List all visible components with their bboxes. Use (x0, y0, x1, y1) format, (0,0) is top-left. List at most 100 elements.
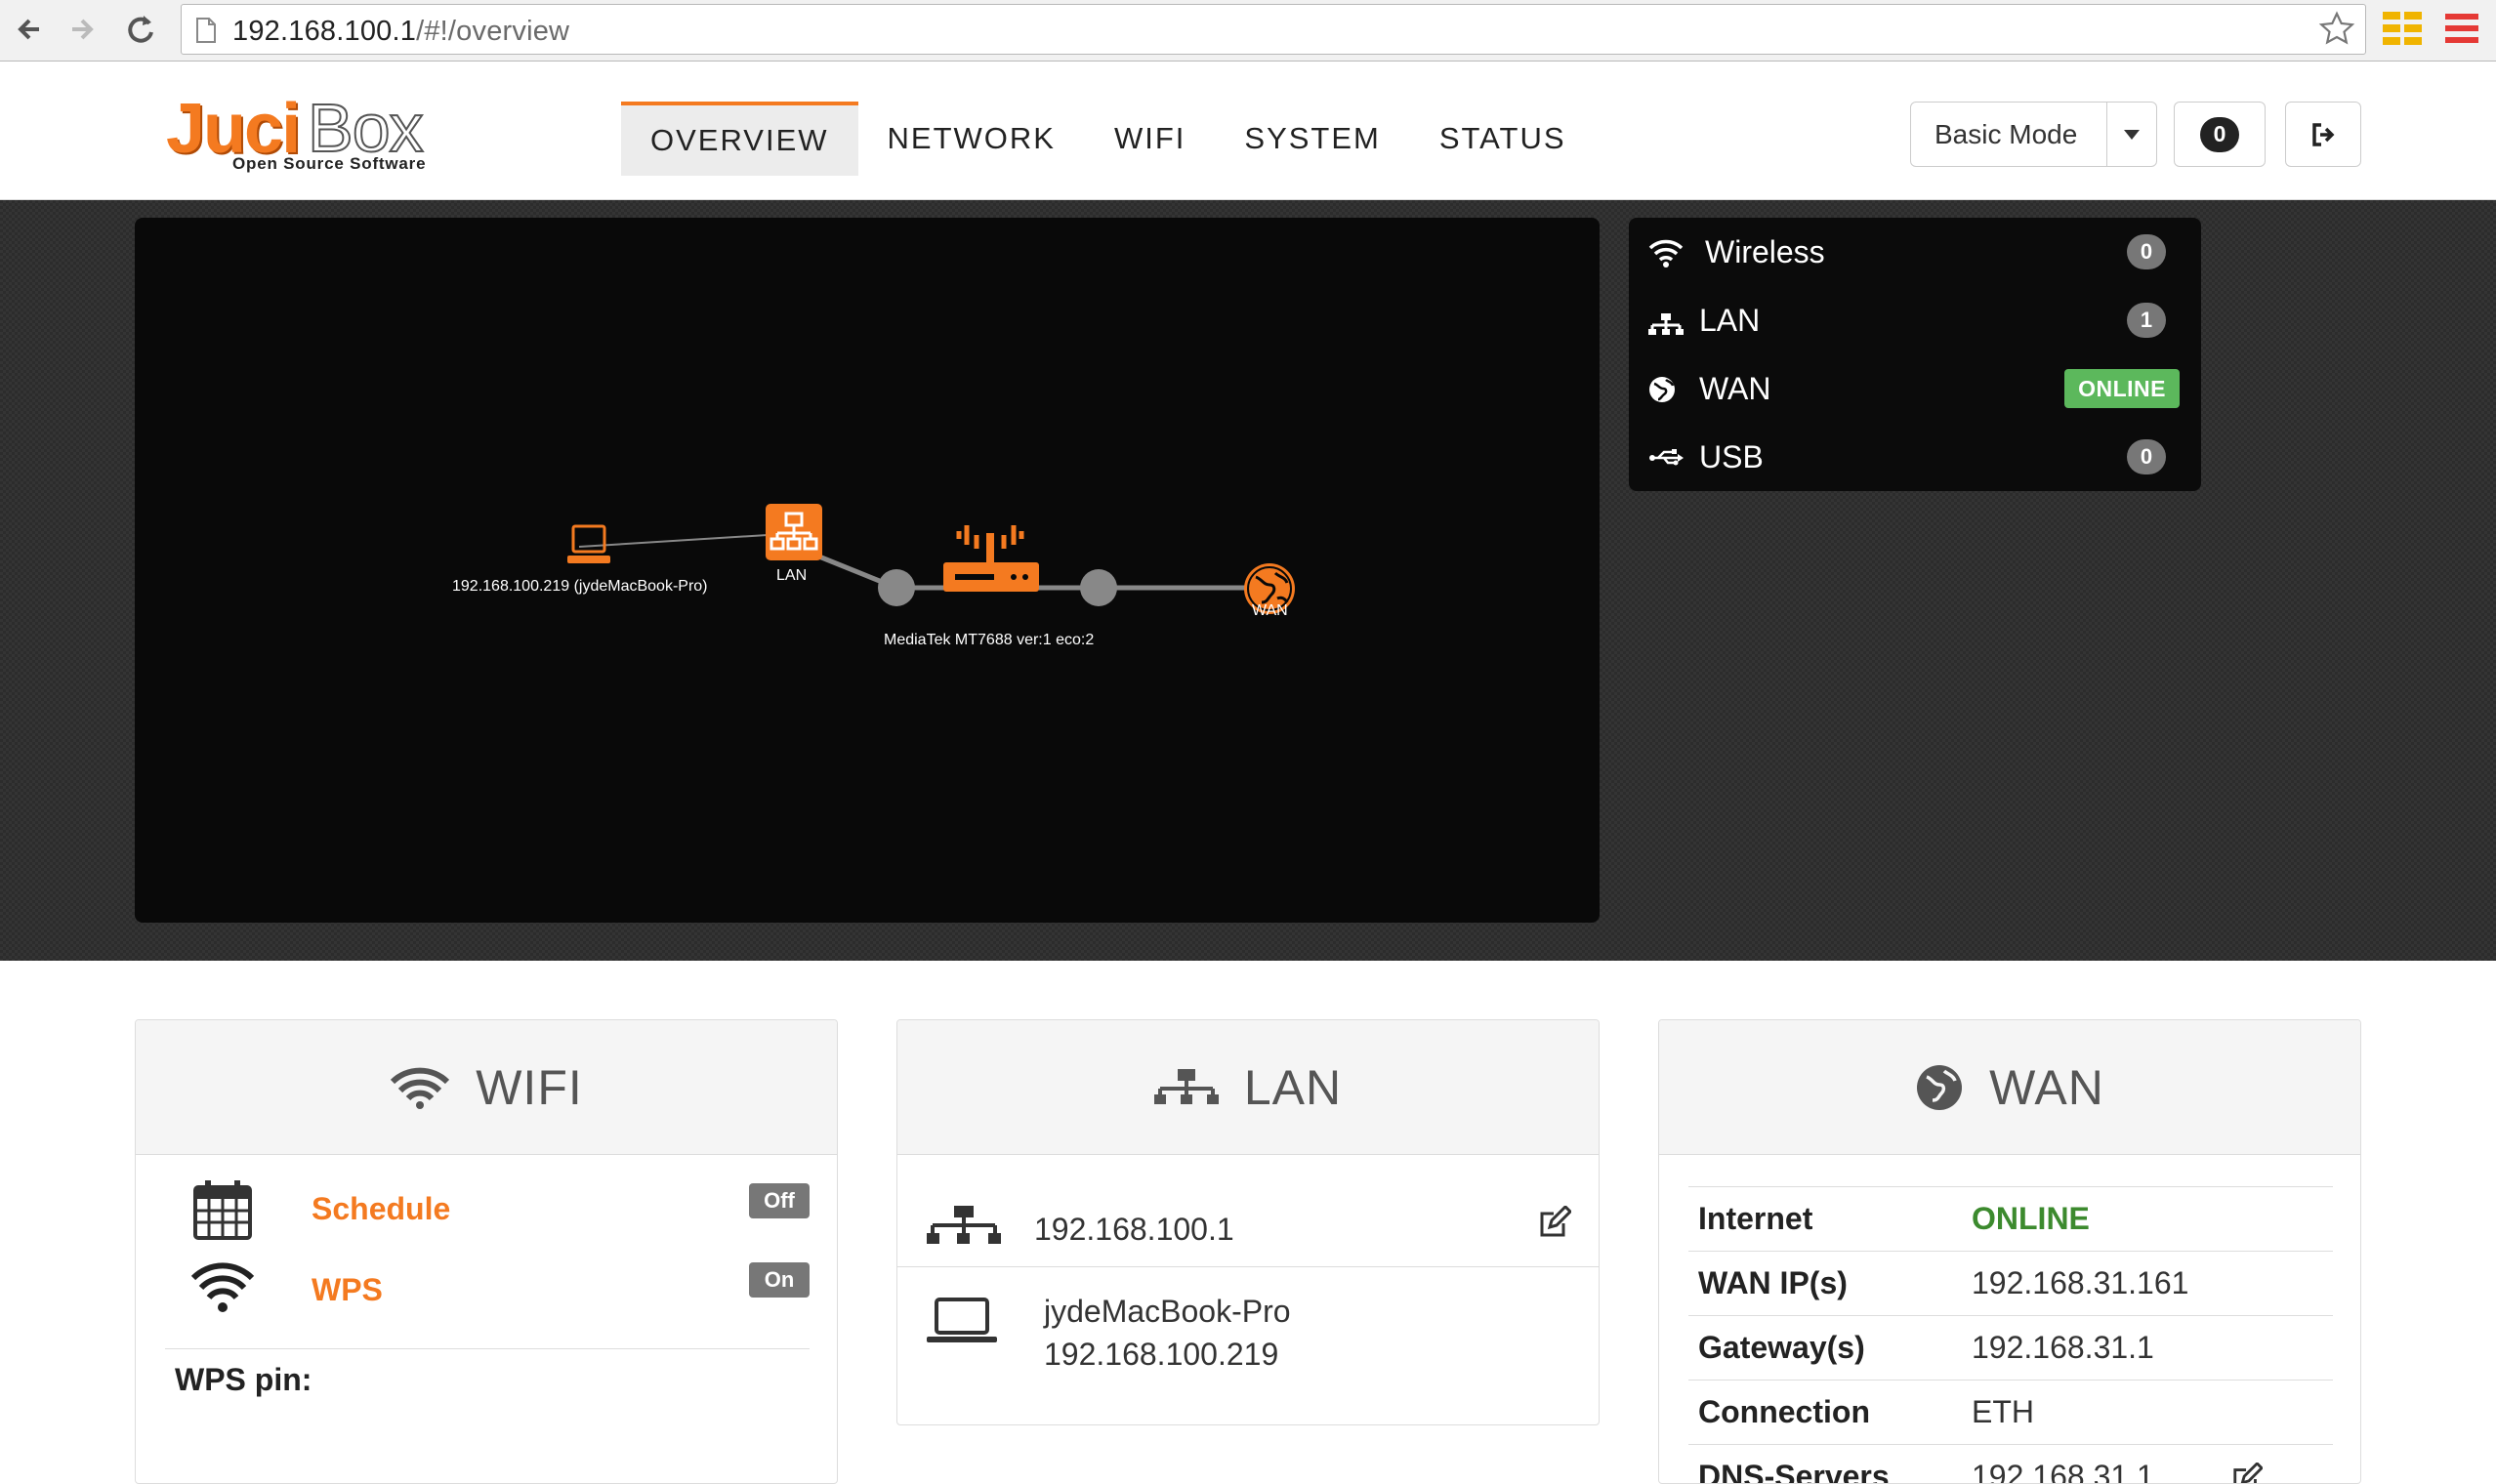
notifications-button[interactable]: 0 (2174, 102, 2266, 167)
logout-icon (2312, 122, 2335, 146)
status-badge-lan: 1 (2127, 303, 2166, 338)
status-badge-wireless: 0 (2127, 234, 2166, 269)
back-arrow-icon[interactable] (10, 10, 49, 49)
lan-port-dot (878, 569, 915, 606)
schedule-toggle[interactable]: Off (749, 1183, 810, 1218)
nav-network[interactable]: NETWORK (858, 102, 1085, 176)
wan-key-ip: WAN IP(s) (1688, 1251, 1962, 1316)
bookmark-star-icon[interactable] (2318, 11, 2355, 53)
juci-logo[interactable]: Juci Box Open Source Software (166, 89, 459, 177)
lan-card-title: LAN (1243, 1059, 1343, 1115)
mode-selector: Basic Mode (1910, 102, 2158, 167)
wan-card: WAN Internet ONLINE WAN IP(s) 192.168.31… (1658, 1019, 2361, 1484)
mode-dropdown-toggle[interactable] (2106, 103, 2156, 166)
wifi-divider (165, 1348, 810, 1349)
wan-key-dns: DNS-Servers (1688, 1444, 1962, 1483)
status-row-lan[interactable]: LAN 1 (1629, 286, 2201, 354)
globe-header-icon (1917, 1064, 1963, 1110)
edit-icon[interactable] (1538, 1206, 1571, 1239)
schedule-link[interactable]: Schedule (312, 1191, 450, 1227)
logout-button[interactable] (2285, 102, 2361, 167)
wifi-card-header: WIFI (136, 1020, 837, 1155)
wifi-schedule-row: Schedule Off (136, 1179, 837, 1257)
topology-links (578, 534, 1268, 591)
status-label-lan: LAN (1699, 302, 1761, 338)
status-row-wireless[interactable]: Wireless 0 (1629, 218, 2201, 286)
status-badge-usb: 0 (2127, 439, 2166, 474)
url-text: 192.168.100.1/#!/overview (232, 16, 569, 48)
wan-card-title: WAN (1989, 1059, 2104, 1115)
nav-wifi[interactable]: WIFI (1085, 102, 1215, 176)
wan-value-connection: ETH (1962, 1380, 2333, 1445)
forward-arrow-icon[interactable] (64, 10, 104, 49)
app-header: Juci Box Open Source Software OVERVIEW N… (0, 62, 2496, 200)
wan-value-ip: 192.168.31.161 (1962, 1251, 2333, 1316)
wps-toggle[interactable]: On (749, 1262, 810, 1298)
reload-icon[interactable] (121, 10, 160, 49)
url-path: /#!/overview (416, 16, 570, 47)
lan-ip-address: 192.168.100.1 (1034, 1212, 1234, 1247)
nav-system[interactable]: SYSTEM (1215, 102, 1409, 176)
table-row: Gateway(s) 192.168.31.1 (1688, 1315, 2333, 1381)
lan-device-network-icon (927, 1206, 1001, 1244)
lan-card-header: LAN (897, 1020, 1599, 1155)
wan-node-label: WAN (1252, 602, 1288, 619)
overview-hero: 192.168.100.219 (jydeMacBook-Pro) LAN Me… (0, 200, 2496, 961)
status-row-usb[interactable]: USB 0 (1629, 423, 2201, 491)
lan-card: LAN 192.168.100.1 jydeMacBook-Pro 192.16… (896, 1019, 1600, 1425)
router-node-label: MediaTek MT7688 ver:1 eco:2 (884, 632, 1095, 648)
laptop-node-icon[interactable] (566, 522, 611, 567)
status-badge-wan-online: ONLINE (2064, 369, 2180, 408)
wan-key-connection: Connection (1688, 1380, 1962, 1445)
table-row: WAN IP(s) 192.168.31.161 (1688, 1251, 2333, 1316)
table-row: Connection ETH (1688, 1380, 2333, 1445)
browser-menu-icon[interactable] (2445, 12, 2478, 50)
globe-icon (1649, 377, 1675, 402)
wifi-card-title: WIFI (476, 1059, 583, 1115)
wan-details-table: Internet ONLINE WAN IP(s) 192.168.31.161… (1688, 1186, 2333, 1484)
lan-node-label: LAN (776, 567, 808, 584)
wifi-header-icon (391, 1067, 450, 1109)
status-label-wan: WAN (1699, 370, 1771, 406)
nav-overview[interactable]: OVERVIEW (621, 102, 858, 176)
status-label-wireless: Wireless (1705, 233, 1825, 269)
wps-wifi-icon (190, 1262, 255, 1312)
url-host: 192.168.100.1 (232, 16, 417, 47)
browser-toolbar: 192.168.100.1/#!/overview (0, 0, 2496, 62)
logo-tagline: Open Source Software (232, 154, 427, 173)
wan-port-dot (1080, 569, 1117, 606)
caret-down-icon (2124, 129, 2141, 140)
nav-status[interactable]: STATUS (1410, 102, 1596, 176)
edit-dns-icon[interactable] (2231, 1463, 2263, 1484)
laptop-icon (927, 1298, 997, 1342)
table-row: Internet ONLINE (1688, 1186, 2333, 1252)
lan-divider (897, 1266, 1599, 1267)
lan-client-name: jydeMacBook-Pro (1044, 1294, 1291, 1329)
lan-client-ip: 192.168.100.219 (1044, 1337, 1279, 1372)
wan-value-gateway: 192.168.31.1 (1962, 1315, 2333, 1381)
notification-count-badge: 0 (2200, 116, 2239, 152)
address-bar[interactable]: 192.168.100.1/#!/overview (181, 4, 2366, 55)
wifi-wps-row: WPS On (136, 1262, 837, 1340)
mode-button[interactable]: Basic Mode (1911, 103, 2106, 166)
calendar-icon (193, 1180, 252, 1240)
main-nav: OVERVIEW NETWORK WIFI SYSTEM STATUS (621, 102, 1596, 176)
extension-grid-icon[interactable] (2383, 12, 2422, 50)
wan-value-internet: ONLINE (1962, 1186, 2333, 1252)
lan-switch-node-icon[interactable] (766, 504, 822, 560)
table-row: DNS-Servers 192.168.31.1 (1688, 1444, 2333, 1484)
wan-dns-value: 192.168.31.1 (1972, 1459, 2154, 1484)
router-node-icon[interactable] (937, 515, 1045, 594)
status-row-wan[interactable]: WAN ONLINE (1629, 354, 2201, 423)
lan-header-icon (1153, 1068, 1219, 1104)
usb-icon (1649, 449, 1684, 466)
wan-card-header: WAN (1659, 1020, 2360, 1155)
client-node-label: 192.168.100.219 (jydeMacBook-Pro) (452, 578, 708, 595)
network-icon (1648, 313, 1684, 335)
status-label-usb: USB (1699, 438, 1764, 474)
wan-value-dns: 192.168.31.1 (1962, 1444, 2333, 1484)
wifi-icon (1648, 239, 1684, 268)
wps-pin-label: WPS pin: (175, 1362, 312, 1397)
wps-link[interactable]: WPS (312, 1272, 383, 1308)
wan-key-gateway: Gateway(s) (1688, 1315, 1962, 1381)
